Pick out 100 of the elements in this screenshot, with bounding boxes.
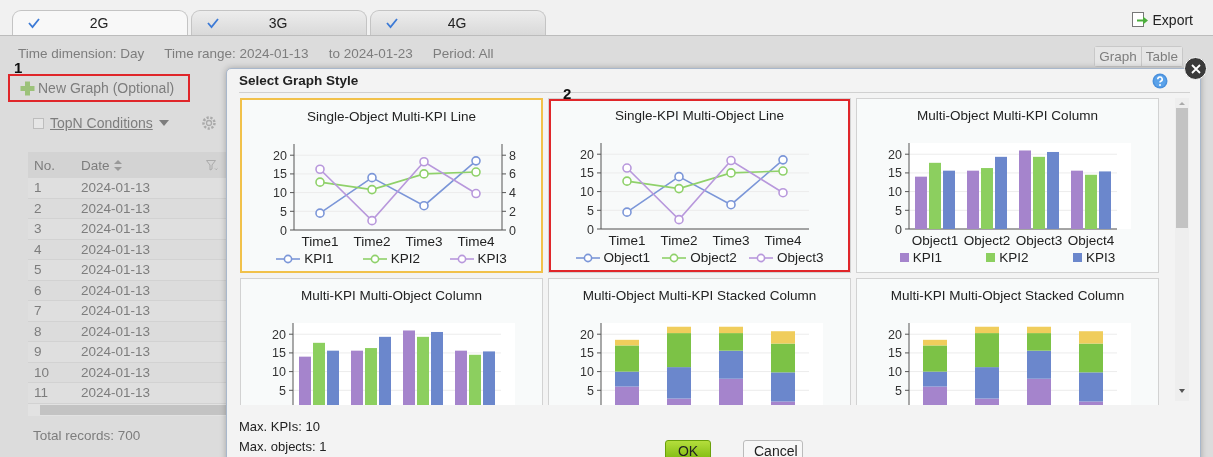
data-point [674, 214, 684, 225]
axis-label: Object4 [1067, 233, 1115, 248]
card-title: Multi-Object Multi-KPI Column [917, 108, 1098, 125]
data-point [315, 164, 325, 175]
axis-label: Object2 [963, 233, 1011, 248]
graph-style-card[interactable]: Multi-KPI Multi-Object Column 5 10 15 20 [240, 278, 543, 405]
bar [967, 170, 979, 229]
table-cell-text: 6 [33, 282, 43, 298]
graph-style-card[interactable]: Multi-Object Multi-KPI Column 0 5 10 15 20 Object1 Object2 Object3 Object4 KPI1 KPI2 KPI3 [856, 98, 1159, 273]
legend-marker [449, 253, 474, 264]
checkbox[interactable] [33, 117, 44, 129]
data-point [367, 184, 377, 195]
data-point [622, 176, 632, 186]
axis-label: 20 [273, 148, 287, 163]
legend-marker [662, 252, 687, 263]
data-point [726, 199, 736, 210]
sort-icon[interactable] [113, 159, 122, 171]
axis-label: 15 [273, 167, 287, 182]
data-point [674, 183, 684, 194]
bar [915, 176, 927, 229]
axis-label: Time1 [301, 234, 339, 249]
close-icon [1190, 63, 1201, 74]
axis-label: Time2 [353, 234, 391, 249]
axis-label: 20 [580, 147, 594, 162]
legend-label: KPI1 [912, 250, 942, 265]
data-point [419, 169, 429, 179]
data-point [778, 155, 788, 165]
axis-label: Time4 [764, 233, 802, 248]
graph-style-card[interactable]: Single-Object Multi-KPI Line 0 5 10 15 20 0 2 4 6 8 Time1 Time2 Time3 Time4 KPI1 KPI2 KPI3 [240, 98, 543, 273]
table-cell-text: 1 [33, 180, 43, 196]
bar [981, 168, 993, 229]
legend-label: KPI3 [1086, 250, 1116, 265]
table-cell-text: 2024-01-13 [81, 200, 152, 216]
caret-icon[interactable] [158, 120, 169, 126]
tab[interactable]: 4G [370, 10, 546, 35]
data-point [622, 163, 632, 173]
table-cell-text: 4 [33, 241, 43, 257]
bar [1085, 174, 1097, 229]
filter-icon[interactable] [206, 159, 218, 171]
bar [483, 351, 495, 405]
axis-label: Time1 [608, 233, 646, 248]
settings-icon[interactable] [200, 115, 217, 131]
data-point [778, 187, 788, 198]
help-icon[interactable] [1152, 72, 1168, 89]
axis-label: 20 [888, 147, 902, 162]
table-cell-text: 9 [33, 344, 43, 360]
legend-label: KPI2 [999, 250, 1029, 265]
legend-marker [986, 253, 996, 262]
axis-label: 5 [895, 383, 902, 398]
graph-style-card[interactable]: Multi-KPI Multi-Object Stacked Column 5 10 15 20 [856, 278, 1159, 405]
table-cell-text: 11 [33, 385, 49, 401]
axis-label: 10 [580, 185, 594, 200]
table-cell-text: 5 [33, 262, 43, 278]
axis-label: 0 [587, 222, 594, 237]
data-point [315, 208, 325, 218]
axis-label: 10 [273, 186, 287, 201]
card-title: Single-Object Multi-KPI Line [307, 109, 476, 126]
tab[interactable]: 3G [191, 10, 367, 35]
cancel-button[interactable]: Cancel [743, 440, 803, 457]
bar [719, 378, 743, 405]
card-title: Single-KPI Multi-Object Line [615, 108, 784, 125]
legend-label: KPI3 [477, 251, 507, 266]
filter-text: Time dimension: Day [18, 45, 145, 61]
ok-button[interactable]: OK [665, 440, 711, 457]
legend-label: Object2 [690, 250, 737, 265]
axis-label: 6 [509, 167, 516, 182]
graph-style-card[interactable]: Multi-Object Multi-KPI Stacked Column 5 10 15 20 [548, 278, 851, 405]
legend-marker [899, 253, 909, 262]
graph-style-card[interactable]: Single-KPI Multi-Object Line 0 5 10 15 20 Time1 Time2 Time3 Time4 Object1 Object2 Object3 [548, 98, 851, 273]
axis-label: 5 [587, 383, 594, 398]
axis-label: 5 [895, 203, 902, 218]
bar [943, 170, 955, 229]
axis-label: Time3 [712, 233, 750, 248]
axis-label: 0 [895, 222, 902, 237]
total-records: Total records: 700 [33, 427, 141, 443]
data-point [367, 172, 377, 183]
axis-label: 10 [888, 185, 902, 200]
axis-label: Object1 [911, 233, 959, 248]
data-point [419, 156, 429, 167]
axis-label: 5 [587, 203, 594, 218]
axis-label: 10 [272, 365, 286, 380]
bar [365, 348, 377, 405]
table-cell-text: 2024-01-13 [81, 323, 152, 339]
limit-note: Max. objects: 1 [239, 439, 328, 454]
axis-label: Object3 [1015, 233, 1063, 248]
export-button[interactable]: Export [1130, 11, 1193, 28]
legend-label: Object3 [776, 250, 824, 265]
legend-label: Object1 [603, 250, 651, 265]
card-title: Multi-KPI Multi-Object Column [301, 288, 482, 305]
axis-label: 0 [509, 223, 516, 238]
vertical-scrollbar[interactable] [1175, 98, 1189, 401]
bar [455, 350, 467, 405]
bar [327, 350, 339, 405]
axis-label: 15 [580, 346, 594, 361]
table-cell-text: 2024-01-13 [81, 303, 152, 319]
table-cell-text: 2024-01-13 [81, 344, 152, 360]
bar [929, 162, 941, 229]
table-cell-text: 10 [33, 364, 51, 380]
tab[interactable]: 2G [12, 10, 188, 35]
limit-note: Max. KPIs: 10 [239, 419, 321, 434]
